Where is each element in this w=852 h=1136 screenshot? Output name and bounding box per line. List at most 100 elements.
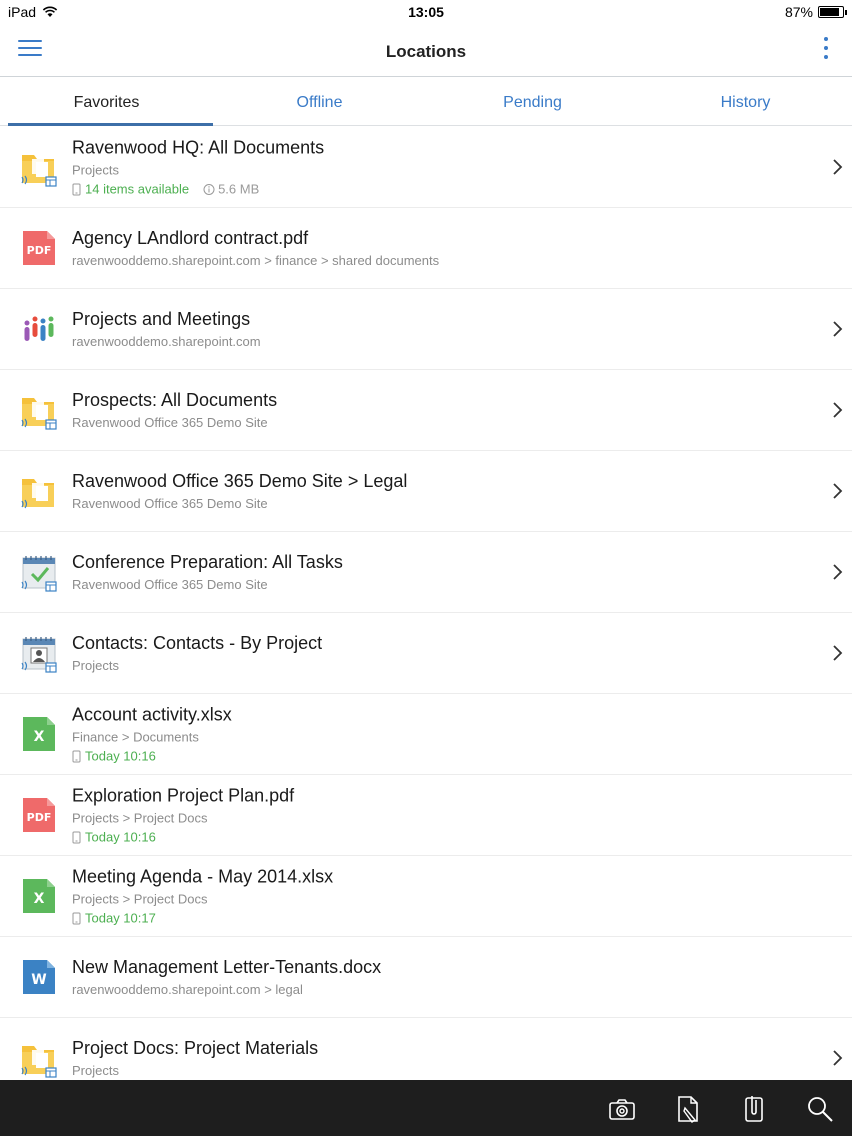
- camera-icon[interactable]: [607, 1094, 637, 1124]
- list-item[interactable]: PDF Agency LAndlord contract.pdf ravenwood…: [0, 208, 852, 289]
- list-item-texts: Meeting Agenda - May 2014.xlsx Projects >…: [72, 867, 333, 926]
- contacts-calendar-icon: [20, 633, 58, 673]
- clock: 13:05: [408, 4, 444, 20]
- item-status-text: 14 items available: [85, 181, 190, 197]
- device-icon: [72, 183, 81, 195]
- excel-file-icon: X: [20, 876, 58, 916]
- battery-percent: 87%: [784, 4, 813, 20]
- battery-icon: [818, 6, 847, 18]
- excel-file-icon: X: [20, 714, 58, 754]
- item-status: Today 10:17: [72, 911, 333, 926]
- chevron-right-icon[interactable]: [830, 158, 844, 176]
- chevron-right-icon[interactable]: [830, 1049, 844, 1067]
- list-item-texts: Prospects: All Documents Ravenwood Office…: [72, 390, 277, 430]
- folder-list-icon: [20, 147, 58, 187]
- list-item-texts: Account activity.xlsx Finance > Documents…: [72, 705, 232, 764]
- bottom-toolbar: [0, 1080, 852, 1136]
- more-options-icon[interactable]: [820, 37, 832, 63]
- item-size-text: 5.6 MB: [218, 181, 260, 197]
- item-status: 14 items available 5.6 MB: [72, 182, 324, 197]
- folder-icon: [20, 471, 58, 511]
- word-file-icon: W: [20, 957, 58, 997]
- item-name: Contacts: Contacts - By Project: [72, 633, 323, 653]
- list-item[interactable]: Ravenwood Office 365 Demo Site > Legal Ra…: [0, 451, 852, 532]
- folder-list-icon: [20, 1038, 58, 1078]
- navigation-bar: Locations: [0, 24, 852, 77]
- list-item-texts: Project Docs: Project Materials Projects: [72, 1038, 318, 1078]
- item-name: Agency LAndlord contract.pdf: [72, 228, 309, 248]
- list-item-texts: Contacts: Contacts - By Project Projects: [72, 633, 322, 673]
- list-item[interactable]: Contacts: Contacts - By Project Projects: [0, 613, 852, 694]
- item-location: Finance > Documents: [72, 729, 199, 745]
- device-icon: [72, 750, 81, 762]
- info-icon: [203, 183, 215, 195]
- chevron-right-icon[interactable]: [830, 401, 844, 419]
- item-location: Projects > Project Docs: [72, 891, 208, 907]
- edit-document-icon[interactable]: [673, 1094, 703, 1124]
- item-location: Projects > Project Docs: [72, 810, 208, 826]
- item-location: Projects: [72, 658, 119, 673]
- item-name: New Management Letter-Tenants.docx: [72, 957, 382, 977]
- attachment-icon[interactable]: [739, 1094, 769, 1124]
- item-name: Project Docs: Project Materials: [72, 1038, 319, 1058]
- list-item[interactable]: Conference Preparation: All Tasks Ravenwo…: [0, 532, 852, 613]
- item-location: ravenwooddemo.sharepoint.com > finance >…: [72, 253, 440, 268]
- svg-text:PDF: PDF: [27, 244, 52, 257]
- item-name: Projects and Meetings: [72, 309, 251, 329]
- folder-list-icon: [20, 390, 58, 430]
- pdf-file-icon: PDF: [20, 795, 58, 835]
- item-name: Ravenwood HQ: All Documents: [72, 137, 325, 158]
- item-name: Meeting Agenda - May 2014.xlsx: [72, 866, 334, 887]
- svg-text:W: W: [31, 972, 46, 988]
- chevron-right-icon[interactable]: [830, 644, 844, 662]
- tab-offline[interactable]: Offline: [213, 78, 426, 125]
- item-location: Ravenwood Office 365 Demo Site: [72, 415, 268, 430]
- list-item-texts: Agency LAndlord contract.pdf ravenwooddem…: [72, 228, 439, 268]
- item-name: Account activity.xlsx: [72, 704, 232, 725]
- device-icon: [72, 912, 81, 924]
- list-item[interactable]: Prospects: All Documents Ravenwood Office…: [0, 370, 852, 451]
- chevron-right-icon[interactable]: [830, 563, 844, 581]
- tab-bar: Favorites Offline Pending History: [0, 78, 852, 126]
- search-icon[interactable]: [805, 1094, 835, 1124]
- list-item-texts: Ravenwood Office 365 Demo Site > Legal Ra…: [72, 471, 407, 511]
- item-location: Projects: [72, 1063, 119, 1078]
- item-location: ravenwooddemo.sharepoint.com: [72, 334, 261, 349]
- list-item[interactable]: PDF Exploration Project Plan.pdf Projects …: [0, 775, 852, 856]
- list-item[interactable]: Projects and Meetings ravenwooddemo.share…: [0, 289, 852, 370]
- list-item[interactable]: W New Management Letter-Tenants.docx raven…: [0, 937, 852, 1018]
- item-location: Ravenwood Office 365 Demo Site: [72, 496, 268, 511]
- tab-history[interactable]: History: [639, 78, 852, 125]
- pdf-file-icon: PDF: [20, 228, 58, 268]
- chevron-right-icon[interactable]: [830, 320, 844, 338]
- status-bar: iPad 13:05 87%: [0, 0, 852, 24]
- svg-text:X: X: [34, 891, 45, 907]
- list-item-texts: Projects and Meetings ravenwooddemo.share…: [72, 309, 261, 349]
- svg-text:X: X: [34, 729, 45, 745]
- item-location: ravenwooddemo.sharepoint.com > legal: [72, 982, 303, 997]
- list-item-texts: Ravenwood HQ: All Documents Projects 14 it…: [72, 138, 324, 197]
- list-item[interactable]: Ravenwood HQ: All Documents Projects 14 it…: [0, 127, 852, 208]
- tab-pending[interactable]: Pending: [426, 78, 639, 125]
- item-name: Exploration Project Plan.pdf: [72, 785, 295, 806]
- device-icon: [72, 831, 81, 843]
- chevron-right-icon[interactable]: [830, 482, 844, 500]
- item-status-text: Today 10:17: [85, 910, 156, 926]
- list-item[interactable]: X Account activity.xlsx Finance > Document…: [0, 694, 852, 775]
- list-item-texts: New Management Letter-Tenants.docx ravenw…: [72, 957, 381, 997]
- item-status-text: Today 10:16: [85, 748, 156, 764]
- item-name: Conference Preparation: All Tasks: [72, 552, 343, 572]
- tab-favorites[interactable]: Favorites: [0, 78, 213, 126]
- item-status: Today 10:16: [72, 830, 294, 845]
- list-item-texts: Conference Preparation: All Tasks Ravenwo…: [72, 552, 343, 592]
- item-name: Prospects: All Documents: [72, 390, 278, 410]
- list-item[interactable]: Project Docs: Project Materials Projects: [0, 1018, 852, 1080]
- item-status-text: Today 10:16: [85, 829, 156, 845]
- item-size: 5.6 MB: [203, 182, 259, 197]
- tasks-calendar-icon: [20, 552, 58, 592]
- site-people-icon: [20, 309, 58, 349]
- item-name: Ravenwood Office 365 Demo Site > Legal: [72, 471, 408, 491]
- list-item[interactable]: X Meeting Agenda - May 2014.xlsx Projects …: [0, 856, 852, 937]
- item-status: Today 10:16: [72, 749, 232, 764]
- svg-text:PDF: PDF: [27, 811, 52, 824]
